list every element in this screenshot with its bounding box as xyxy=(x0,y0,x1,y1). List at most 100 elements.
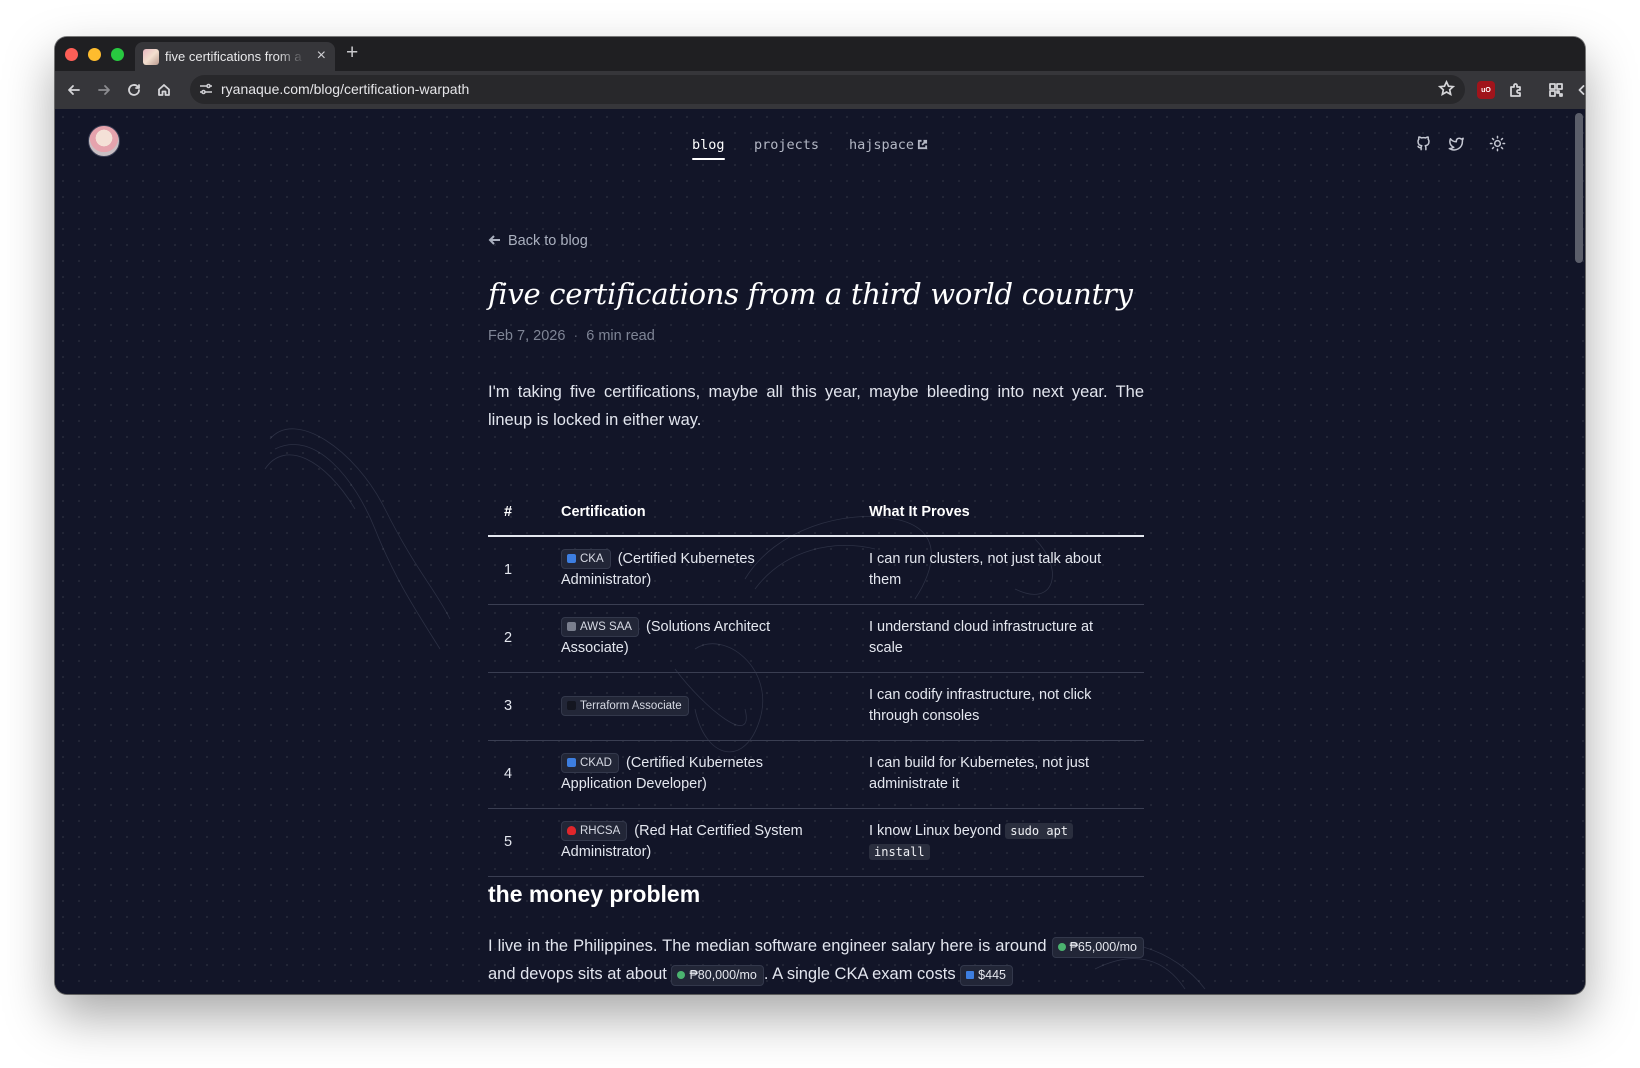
home-icon[interactable] xyxy=(155,81,173,99)
url-text[interactable]: ryanaque.com/blog/certification-warpath xyxy=(221,81,469,97)
chip-label: ₱65,000/mo xyxy=(1069,940,1137,954)
address-bar[interactable]: ryanaque.com/blog/certification-warpath xyxy=(190,75,1465,104)
peso-icon xyxy=(1057,943,1066,951)
qr-code-icon[interactable] xyxy=(1547,81,1565,99)
back-arrow-icon[interactable] xyxy=(65,81,83,99)
external-link-icon xyxy=(914,137,928,153)
intro-paragraph: I'm taking five certifications, maybe al… xyxy=(488,383,1144,429)
browser-tab[interactable]: five certifications from a third world c… xyxy=(135,42,335,71)
price-chip: $445 xyxy=(960,965,1013,986)
site-header: blog projects hajspace xyxy=(55,109,1575,179)
post-title: five certifications from a third world c… xyxy=(488,277,1133,311)
row-number: 2 xyxy=(488,604,545,673)
row-number: 5 xyxy=(488,808,545,877)
proves-cell: I understand cloud infrastructure at sca… xyxy=(853,604,1144,673)
proves-cell: I can build for Kubernetes, not just adm… xyxy=(853,740,1144,809)
twitter-icon[interactable] xyxy=(1448,135,1466,153)
page-viewport[interactable]: blog projects hajspace Back to blog five… xyxy=(55,109,1585,994)
read-time: 6 min read xyxy=(586,328,655,344)
inline-code: sudo apt xyxy=(1005,823,1074,839)
paragraph-text: . A single CKA exam costs xyxy=(763,965,956,983)
github-icon[interactable] xyxy=(1415,135,1433,153)
table-row: 3 Terraform Associate I can codify infra… xyxy=(488,672,1144,741)
table-row: 5 RHCSA (Red Hat Certified System Admini… xyxy=(488,808,1144,877)
column-header-proves: What It Proves xyxy=(853,489,1144,537)
table-row: 4 CKAD (Certified Kubernetes Application… xyxy=(488,740,1144,809)
close-window-button[interactable] xyxy=(65,48,78,61)
new-tab-button[interactable]: + xyxy=(346,41,358,65)
salary-chip: ₱80,000/mo xyxy=(671,965,764,986)
column-header-number: # xyxy=(488,489,545,537)
badge-label: CKAD xyxy=(580,757,612,769)
minimize-window-button[interactable] xyxy=(88,48,101,61)
certification-cell: RHCSA (Red Hat Certified System Administ… xyxy=(545,808,853,877)
devtools-code-icon[interactable] xyxy=(1577,81,1585,99)
nav-hajspace[interactable]: hajspace xyxy=(849,137,928,153)
proves-text: I know Linux beyond xyxy=(869,823,1002,839)
inline-code: install xyxy=(869,844,930,860)
badge-label: AWS SAA xyxy=(580,621,632,633)
meta-separator: · xyxy=(573,328,579,344)
sun-icon[interactable] xyxy=(1489,135,1507,153)
certification-cell: CKA (Certified Kubernetes Administrator) xyxy=(545,536,853,605)
certifications-table: # Certification What It Proves 1 CKA (Ce… xyxy=(488,489,1144,877)
bookmark-star-icon[interactable] xyxy=(1437,79,1456,102)
money-paragraph: I live in the Philippines. The median so… xyxy=(488,932,1144,988)
kubernetes-icon xyxy=(567,758,576,767)
nav-projects[interactable]: projects xyxy=(754,137,819,153)
back-to-blog-link[interactable]: Back to blog xyxy=(488,233,588,249)
row-number: 1 xyxy=(488,536,545,605)
nav-blog[interactable]: blog xyxy=(692,137,725,160)
aws-icon xyxy=(567,622,576,631)
certification-cell: CKAD (Certified Kubernetes Application D… xyxy=(545,740,853,809)
chip-label: $445 xyxy=(978,968,1006,982)
cert-badge: Terraform Associate xyxy=(561,695,689,716)
site-settings-icon[interactable] xyxy=(198,81,214,102)
redhat-icon xyxy=(567,826,576,835)
kubernetes-icon xyxy=(567,554,576,564)
table-row: 2 AWS SAA (Solutions Architect Associate… xyxy=(488,604,1144,673)
paragraph-text: and devops sits at about xyxy=(488,965,667,983)
reload-icon[interactable] xyxy=(125,81,143,99)
section-heading: the money problem xyxy=(488,881,701,907)
avatar[interactable] xyxy=(88,125,120,157)
certification-cell: AWS SAA (Solutions Architect Associate) xyxy=(545,604,853,673)
dollar-icon xyxy=(966,971,975,979)
certification-cell: Terraform Associate xyxy=(545,672,853,741)
terraform-icon xyxy=(567,700,576,710)
badge-label: CKA xyxy=(580,553,604,566)
peso-icon xyxy=(677,971,686,979)
tab-strip: five certifications from a third world c… xyxy=(55,37,1585,71)
column-header-certification: Certification xyxy=(545,489,853,537)
proves-cell: I know Linux beyond sudo apt install xyxy=(853,808,1144,877)
browser-toolbar: ryanaque.com/blog/certification-warpath … xyxy=(55,71,1585,109)
cert-badge: RHCSA xyxy=(561,821,628,841)
proves-cell: I can run clusters, not just talk about … xyxy=(853,536,1144,605)
chip-label: ₱80,000/mo xyxy=(689,968,757,982)
badge-label: Terraform Associate xyxy=(580,699,682,712)
cert-badge: CKA xyxy=(561,549,611,570)
row-number: 3 xyxy=(488,672,545,741)
post-date: Feb 7, 2026 xyxy=(488,328,566,344)
browser-window: five certifications from a third world c… xyxy=(55,37,1585,994)
nav-hajspace-label: hajspace xyxy=(849,137,915,153)
scrollbar-thumb[interactable] xyxy=(1575,113,1583,263)
favicon-icon xyxy=(143,49,159,65)
tab-title: five certifications from a third world c… xyxy=(165,49,305,64)
arrow-left-icon xyxy=(488,235,500,245)
cert-badge: AWS SAA xyxy=(561,617,639,637)
badge-label: RHCSA xyxy=(580,825,621,837)
row-number: 4 xyxy=(488,740,545,809)
table-row: 1 CKA (Certified Kubernetes Administrato… xyxy=(488,536,1144,605)
tab-close-icon[interactable]: × xyxy=(317,47,326,65)
proves-cell: I can codify infrastructure, not click t… xyxy=(853,672,1144,741)
back-link-label: Back to blog xyxy=(508,233,588,249)
ublock-extension-icon[interactable]: uO xyxy=(1477,81,1495,99)
extensions-puzzle-icon[interactable] xyxy=(1507,81,1525,99)
maximize-window-button[interactable] xyxy=(111,48,124,61)
paragraph-text: I live in the Philippines. The median so… xyxy=(488,937,1047,955)
cert-badge: CKAD xyxy=(561,753,619,773)
forward-arrow-icon[interactable] xyxy=(95,81,113,99)
post-meta: Feb 7, 2026 · 6 min read xyxy=(488,328,655,344)
table-header-row: # Certification What It Proves xyxy=(488,489,1144,537)
